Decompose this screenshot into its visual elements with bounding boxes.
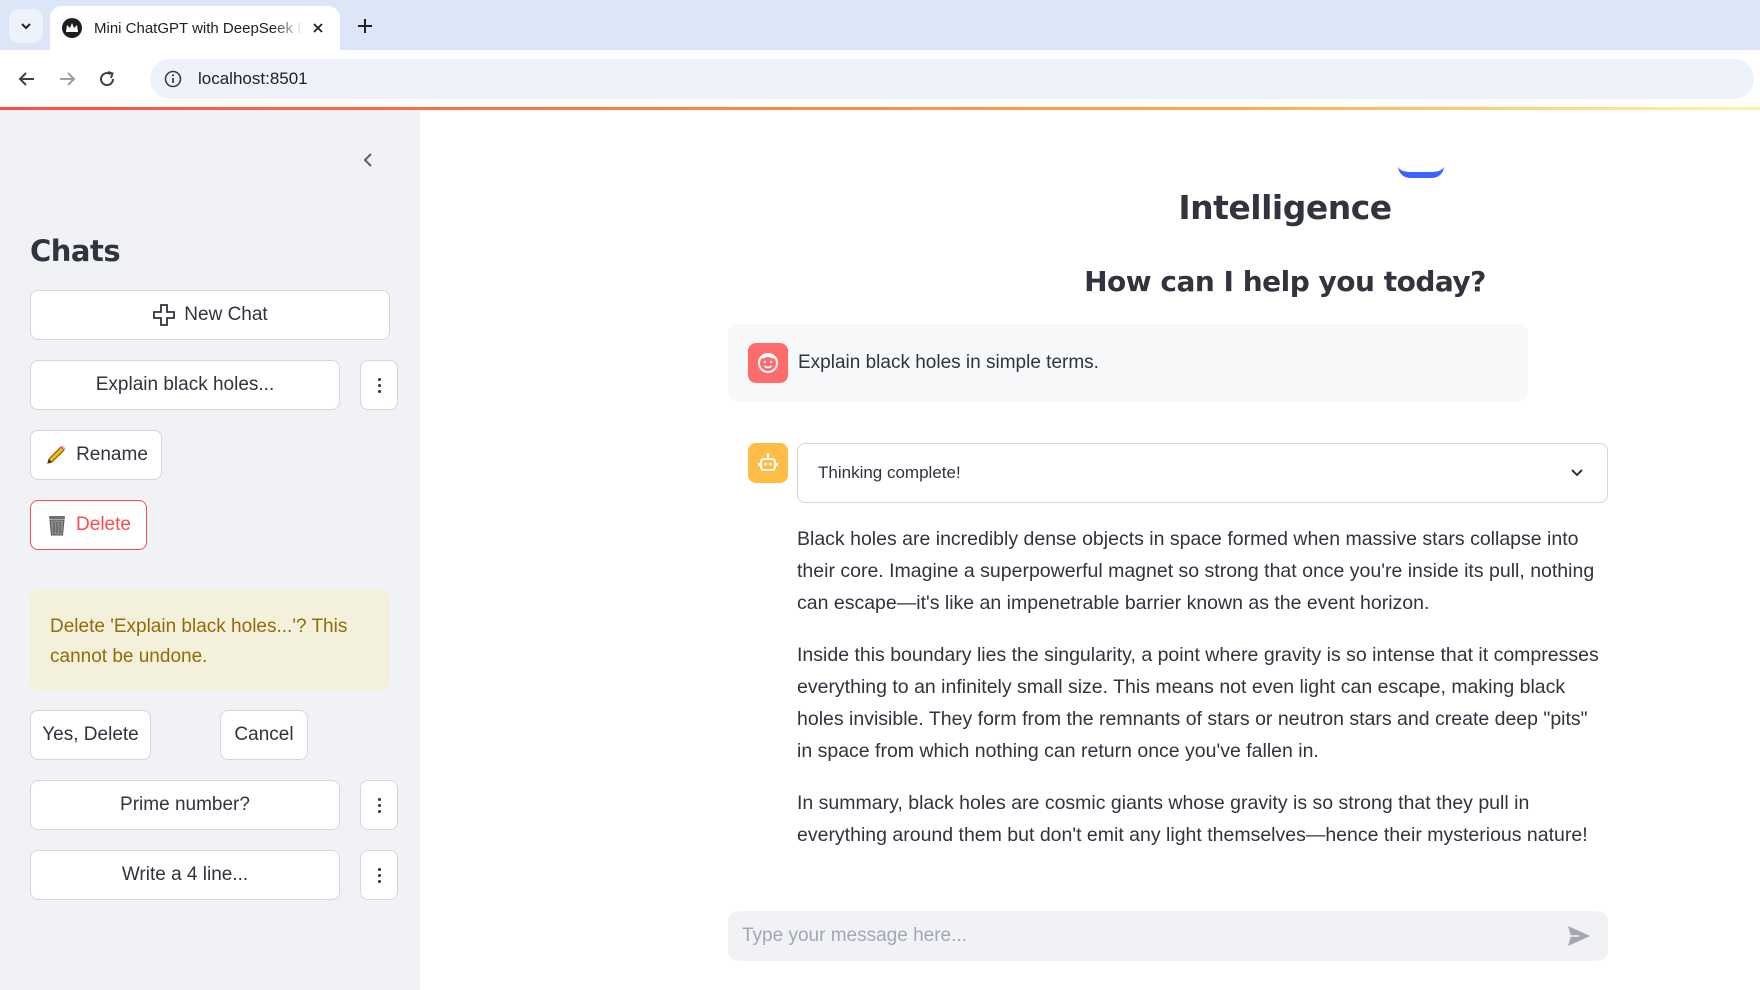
sidebar: Chats New Chat Explain black holes... Re… [0,110,420,990]
answer-paragraph: In summary, black holes are cosmic giant… [797,792,1588,846]
subtitle: How can I help you today? [1084,265,1486,298]
browser-tab[interactable]: Mini ChatGPT with DeepSeek Intelligence [50,6,340,50]
tab-title: Mini ChatGPT with DeepSeek Intelligence [94,19,304,37]
new-tab-plus-icon[interactable] [350,11,380,41]
cancel-button[interactable]: Cancel [220,710,308,760]
subtitle-wrap: How can I help you today? [420,265,1760,298]
main-content: Intelligence How can I help you today? E… [420,110,1760,990]
sidebar-title: Chats [30,234,121,268]
delete-label: Delete [76,514,131,535]
delete-confirmation-warning: Delete 'Explain black holes...'? This ca… [30,590,390,690]
yes-delete-button[interactable]: Yes, Delete [30,710,151,760]
rename-button[interactable]: Rename [30,430,162,480]
yes-delete-label: Yes, Delete [42,724,139,745]
plus-icon [153,304,176,326]
chat-options-menu-icon[interactable] [360,850,398,900]
answer-paragraph: Inside this boundary lies the singularit… [797,644,1599,762]
assistant-answer: Black holes are incredibly dense objects… [797,523,1608,871]
logo-fragment [1398,166,1444,178]
cancel-label: Cancel [234,724,294,745]
delete-button[interactable]: Delete [30,500,147,550]
chat-input-bar [728,911,1608,961]
rename-label: Rename [76,444,148,465]
chevron-down-icon[interactable] [1567,463,1587,483]
chat-item-label: Explain black holes... [95,374,275,395]
thinking-expander[interactable]: Thinking complete! [797,443,1608,503]
answer-paragraph: Black holes are incredibly dense objects… [797,528,1595,614]
assistant-avatar-wrap [748,443,788,483]
address-bar[interactable]: localhost:8501 [150,59,1754,99]
new-chat-label: New Chat [184,304,268,325]
site-info-icon[interactable] [164,70,182,88]
collapse-sidebar-chevron-left-icon[interactable] [354,146,382,174]
chevron-down-icon [21,23,31,30]
chat-item-label: Prime number? [120,794,250,815]
chat-message-input[interactable] [742,925,1564,947]
chat-item-label: Write a 4 line... [121,864,249,885]
forward-arrow-icon[interactable] [50,62,84,96]
chat-item-button[interactable]: Explain black holes... [30,360,340,410]
page-title-wrap: Intelligence [420,188,1760,227]
chat-item-button[interactable]: Write a 4 line... [30,850,340,900]
user-message: Explain black holes in simple terms. [728,324,1528,402]
user-avatar-icon [748,343,788,383]
send-icon[interactable] [1564,921,1594,951]
user-message-text: Explain black holes in simple terms. [798,352,1099,373]
thinking-status-label: Thinking complete! [818,463,961,482]
url-text: localhost:8501 [198,69,308,88]
pencil-icon [47,445,66,464]
chat-options-menu-icon[interactable] [360,360,398,410]
chat-item-button[interactable]: Prime number? [30,780,340,830]
browser-tab-bar: Mini ChatGPT with DeepSeek Intelligence [0,0,1760,50]
new-chat-button[interactable]: New Chat [30,290,390,340]
robot-avatar-icon [748,443,788,483]
reload-icon[interactable] [90,62,124,96]
streamlit-crown-icon [62,18,82,38]
browser-toolbar: localhost:8501 [0,50,1760,108]
back-arrow-icon[interactable] [10,62,44,96]
close-icon[interactable] [308,18,328,38]
tab-search-button[interactable] [9,9,43,43]
trash-icon [49,516,66,536]
chat-options-menu-icon[interactable] [360,780,398,830]
page-title: Intelligence [1178,188,1392,227]
